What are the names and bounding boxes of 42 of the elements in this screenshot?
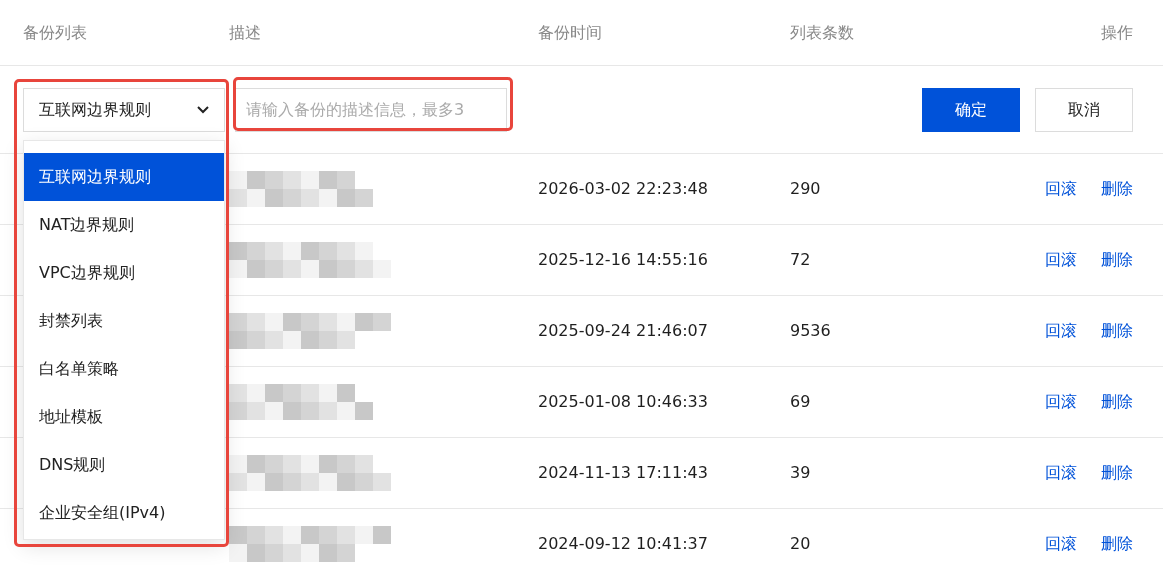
description-input[interactable]: 请输入备份的描述信息，最多3 — [235, 87, 507, 132]
dropdown-option[interactable]: 白名单策略 — [24, 345, 224, 393]
rollback-link[interactable]: 回滚 — [1045, 532, 1077, 556]
rollback-link[interactable]: 回滚 — [1045, 461, 1077, 485]
delete-link[interactable]: 删除 — [1101, 390, 1133, 414]
delete-link[interactable]: 删除 — [1101, 461, 1133, 485]
backup-time: 2025-09-24 21:46:07 — [538, 321, 708, 340]
dropdown-option[interactable]: VPC边界规则 — [24, 249, 224, 297]
backup-time: 2024-09-12 10:41:37 — [538, 534, 708, 553]
select-dropdown[interactable]: 互联网边界规则 — [23, 87, 225, 132]
dropdown-option[interactable]: NAT边界规则 — [24, 201, 224, 249]
dropdown-option[interactable]: 地址模板 — [24, 393, 224, 441]
rollback-link[interactable]: 回滚 — [1045, 248, 1077, 272]
chevron-down-icon — [196, 105, 210, 114]
dropdown-option[interactable]: DNS规则 — [24, 441, 224, 489]
column-header: 操作 — [1101, 21, 1133, 44]
column-header: 描述 — [229, 22, 261, 42]
delete-link[interactable]: 删除 — [1101, 248, 1133, 272]
column-header: 备份列表 — [23, 22, 87, 42]
column-header: 列表条数 — [790, 22, 854, 42]
entry-count: 9536 — [790, 321, 831, 340]
cancel-button[interactable]: 取消 — [1035, 87, 1133, 132]
backup-time: 2025-12-16 14:55:16 — [538, 250, 708, 269]
delete-link[interactable]: 删除 — [1101, 532, 1133, 556]
rollback-link[interactable]: 回滚 — [1045, 177, 1077, 201]
entry-count: 290 — [790, 179, 821, 198]
entry-count: 20 — [790, 534, 811, 553]
delete-link[interactable]: 删除 — [1101, 319, 1133, 343]
dropdown-option[interactable]: 互联网边界规则 — [24, 153, 224, 201]
dropdown-option[interactable]: 企业安全组(IPv4) — [24, 489, 224, 537]
rollback-link[interactable]: 回滚 — [1045, 390, 1077, 414]
dropdown-option[interactable]: 封禁列表 — [24, 297, 224, 345]
entry-count: 69 — [790, 392, 811, 411]
backup-time: 2024-11-13 17:11:43 — [538, 463, 708, 482]
entry-count: 72 — [790, 250, 811, 269]
backup-time: 2026-03-02 22:23:48 — [538, 179, 708, 198]
column-header: 备份时间 — [538, 22, 602, 42]
entry-count: 39 — [790, 463, 811, 482]
delete-link[interactable]: 删除 — [1101, 177, 1133, 201]
backup-time: 2025-01-08 10:46:33 — [538, 392, 708, 411]
confirm-button[interactable]: 确定 — [922, 87, 1020, 132]
rollback-link[interactable]: 回滚 — [1045, 319, 1077, 343]
